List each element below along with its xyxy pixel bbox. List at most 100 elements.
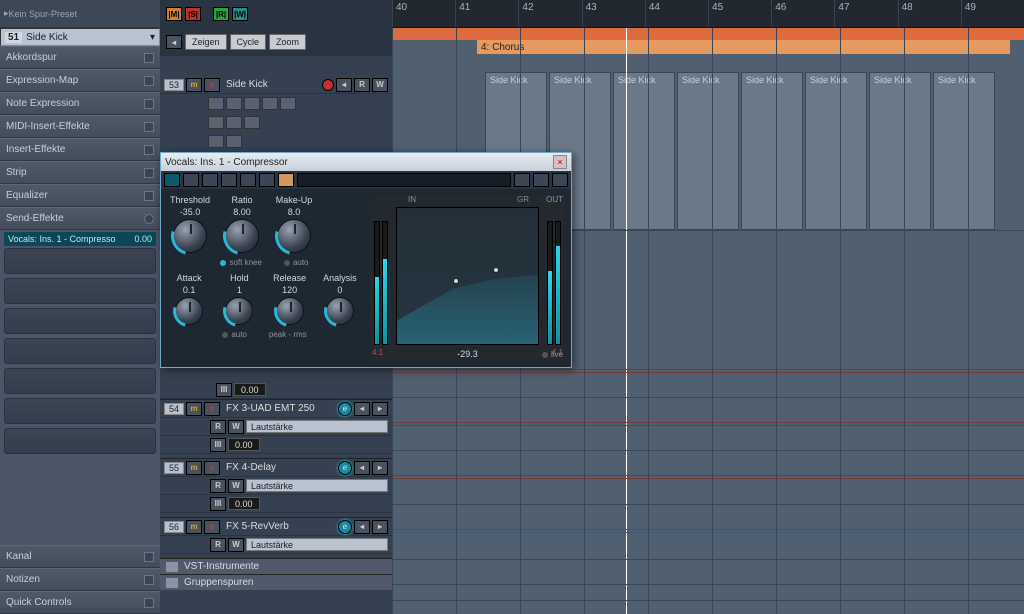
- lane-btn[interactable]: ▸: [372, 402, 388, 416]
- plugin-btn[interactable]: [240, 173, 256, 187]
- read-automation[interactable]: R: [210, 479, 226, 493]
- audio-clip[interactable]: Side Kick: [677, 72, 739, 230]
- track-selector[interactable]: 51 Side Kick ▾: [0, 28, 160, 46]
- plugin-btn[interactable]: [259, 173, 275, 187]
- sidebar-item[interactable]: Kanal: [0, 545, 160, 568]
- timeline-ruler[interactable]: 40414243444546474849: [392, 0, 1024, 28]
- next-preset-icon[interactable]: [533, 173, 549, 187]
- expand-icon[interactable]: [144, 53, 154, 63]
- expand-icon[interactable]: [144, 191, 154, 201]
- expand-icon[interactable]: [144, 99, 154, 109]
- monitor-icon[interactable]: ◂: [336, 78, 352, 92]
- mute-button[interactable]: m: [186, 402, 202, 416]
- value-display[interactable]: 0.00: [228, 497, 260, 510]
- folder-vst[interactable]: VST-Instrumente: [160, 558, 392, 574]
- record-button[interactable]: [322, 79, 334, 91]
- expand-icon[interactable]: [144, 214, 154, 224]
- bypass-button[interactable]: [164, 173, 180, 187]
- sidebar-item[interactable]: Quick Controls: [0, 591, 160, 614]
- empty-slot[interactable]: [4, 248, 156, 274]
- read-automation[interactable]: R: [210, 538, 226, 552]
- write-button[interactable]: |W|: [232, 7, 248, 21]
- solo-button[interactable]: s: [204, 402, 220, 416]
- edit-insert-icon[interactable]: e: [338, 520, 352, 534]
- folder-groups[interactable]: Gruppenspuren: [160, 574, 392, 590]
- expand-icon[interactable]: [144, 598, 154, 608]
- sidebar-item[interactable]: Strip: [0, 161, 160, 184]
- knob[interactable]: [276, 297, 304, 325]
- expand-icon[interactable]: [144, 575, 154, 585]
- sidebar-item[interactable]: Expression-Map: [0, 69, 160, 92]
- plugin-window[interactable]: Vocals: Ins. 1 - Compressor × Threshold …: [160, 152, 572, 368]
- empty-slot[interactable]: [4, 308, 156, 334]
- empty-slot[interactable]: [4, 368, 156, 394]
- preset-selector[interactable]: ▸ Kein Spur-Preset: [0, 0, 160, 28]
- empty-slot[interactable]: [4, 428, 156, 454]
- expand-icon[interactable]: [144, 552, 154, 562]
- track-row[interactable]: 53 m s Side Kick ◂ R W: [160, 56, 392, 155]
- automation-lane[interactable]: III 0.00: [160, 381, 392, 399]
- value-display[interactable]: 0.00: [228, 438, 260, 451]
- expand-icon[interactable]: [144, 168, 154, 178]
- sidebar-item[interactable]: Akkordspur: [0, 46, 160, 69]
- edit-insert-icon[interactable]: e: [338, 402, 352, 416]
- mute-button[interactable]: m: [186, 461, 202, 475]
- knob[interactable]: [225, 297, 253, 325]
- automation-param[interactable]: Lautstärke: [246, 538, 388, 551]
- expand-icon[interactable]: [144, 122, 154, 132]
- preset-dropdown[interactable]: [297, 173, 511, 187]
- read-button[interactable]: [202, 173, 218, 187]
- sidebar-item[interactable]: Equalizer: [0, 184, 160, 207]
- slot-button[interactable]: III: [216, 383, 232, 397]
- plugin-titlebar[interactable]: Vocals: Ins. 1 - Compressor ×: [161, 153, 571, 171]
- sidebar-item[interactable]: Insert-Effekte: [0, 138, 160, 161]
- knob[interactable]: [173, 219, 207, 253]
- solo-button[interactable]: |S|: [185, 7, 201, 21]
- expand-icon[interactable]: [144, 145, 154, 155]
- write-automation[interactable]: W: [228, 479, 244, 493]
- automation-param[interactable]: Lautstärke: [246, 420, 388, 433]
- mute-button[interactable]: m: [186, 520, 202, 534]
- sidebar-item[interactable]: Note Expression: [0, 92, 160, 115]
- marker-track[interactable]: [392, 28, 1024, 40]
- expand-icon[interactable]: [144, 76, 154, 86]
- value-display[interactable]: 0.00: [234, 383, 266, 396]
- mute-button[interactable]: m: [186, 78, 202, 92]
- zeigen-dropdown[interactable]: Zeigen: [185, 34, 227, 50]
- read-button[interactable]: |R|: [213, 7, 229, 21]
- edit-insert-icon[interactable]: e: [338, 461, 352, 475]
- solo-button[interactable]: s: [204, 78, 220, 92]
- solo-button[interactable]: s: [204, 520, 220, 534]
- audio-clip[interactable]: Side Kick: [741, 72, 803, 230]
- write-automation[interactable]: W: [228, 538, 244, 552]
- audio-clip[interactable]: Side Kick: [805, 72, 867, 230]
- knob[interactable]: [277, 219, 311, 253]
- track-row[interactable]: 55 m s FX 4-Delay e ◂ ▸ R W Lautstärke I…: [160, 458, 392, 517]
- lane-btn[interactable]: ▸: [372, 461, 388, 475]
- lane-btn[interactable]: ◂: [354, 520, 370, 534]
- sidechain-button[interactable]: [278, 173, 294, 187]
- slot-button[interactable]: III: [210, 438, 226, 452]
- playhead[interactable]: [626, 28, 627, 614]
- slot-button[interactable]: III: [210, 497, 226, 511]
- zoom-dropdown[interactable]: Zoom: [269, 34, 306, 50]
- cycle-dropdown[interactable]: Cycle: [230, 34, 267, 50]
- transport-back-icon[interactable]: ◂: [166, 35, 182, 49]
- read-automation[interactable]: R: [354, 78, 370, 92]
- plugin-btn[interactable]: [552, 173, 568, 187]
- sidebar-item[interactable]: MIDI-Insert-Effekte: [0, 115, 160, 138]
- empty-slot[interactable]: [4, 278, 156, 304]
- write-automation[interactable]: W: [372, 78, 388, 92]
- read-automation[interactable]: R: [210, 420, 226, 434]
- prev-preset-icon[interactable]: [514, 173, 530, 187]
- automation-param[interactable]: Lautstärke: [246, 479, 388, 492]
- write-button[interactable]: [221, 173, 237, 187]
- knob[interactable]: [225, 219, 259, 253]
- lane-btn[interactable]: ◂: [354, 402, 370, 416]
- sidebar-item[interactable]: Notizen: [0, 568, 160, 591]
- lane-btn[interactable]: ◂: [354, 461, 370, 475]
- midi-button[interactable]: |M|: [166, 7, 182, 21]
- knob[interactable]: [326, 297, 354, 325]
- solo-button[interactable]: s: [204, 461, 220, 475]
- active-insert-slot[interactable]: Vocals: Ins. 1 - Compresso 0.00: [4, 232, 156, 246]
